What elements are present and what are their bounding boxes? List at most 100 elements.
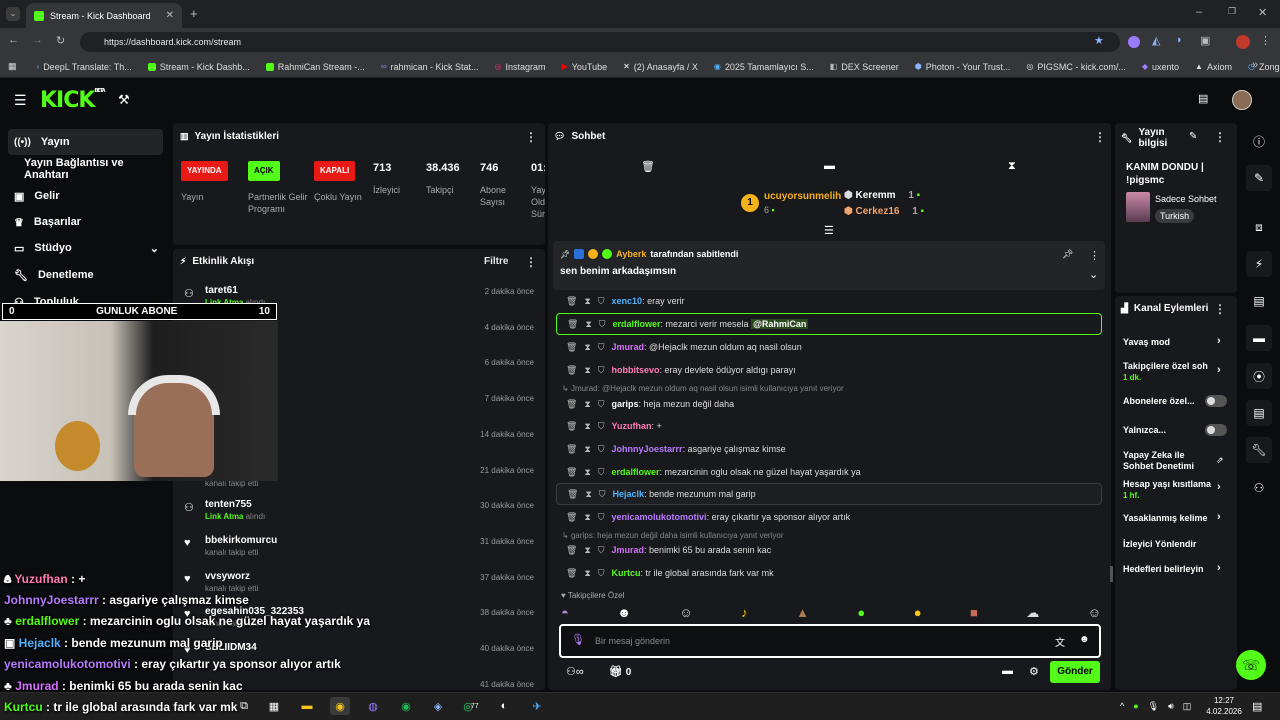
chat-username[interactable]: Jmurad: [612, 342, 645, 352]
trash-icon[interactable]: 🗑︎: [567, 319, 578, 330]
microphone-icon[interactable]: 🎙︎: [571, 633, 585, 646]
chat-username[interactable]: Kurtcu: [612, 568, 641, 578]
raid-action[interactable]: İzleyici Yönlendir: [1123, 539, 1228, 550]
category-thumbnail[interactable]: [1126, 192, 1150, 222]
shield-icon[interactable]: ⛉: [598, 296, 605, 307]
bookmark-item[interactable]: ▶ YouTube: [554, 62, 616, 72]
translate-icon[interactable]: 文: [1055, 634, 1065, 649]
pin-icon[interactable]: 📌︎: [1062, 249, 1073, 260]
shield-icon[interactable]: ⛉: [598, 444, 605, 455]
chevron-down-icon[interactable]: ⌄: [1089, 268, 1098, 281]
pinned-by-user[interactable]: Ayberk: [616, 249, 646, 259]
hourglass-icon[interactable]: ⧗: [584, 342, 590, 353]
bookmark-item[interactable]: Stream - Kick Dashb...: [140, 62, 258, 72]
browser-tab[interactable]: Stream - Kick Dashboard ✕: [26, 3, 182, 28]
bookmark-item[interactable]: › DeepL Translate: Th...: [29, 62, 140, 72]
chat-username[interactable]: erdalflower: [613, 319, 661, 329]
user-avatar[interactable]: [1232, 90, 1252, 110]
bookmark-item[interactable]: ◎ Instagram: [487, 62, 554, 72]
wrench-icon[interactable]: 🔧︎: [1246, 437, 1272, 463]
hammer-icon[interactable]: ⚒: [118, 92, 130, 108]
storage-icon[interactable]: ▤: [1246, 400, 1272, 426]
sidebar-item-denetleme[interactable]: 🔧︎ Denetleme: [8, 262, 163, 288]
shield-icon[interactable]: ⛉: [598, 568, 605, 579]
close-tab-icon[interactable]: ✕: [166, 10, 174, 21]
spotify-icon[interactable]: ◉: [396, 697, 416, 715]
back-icon[interactable]: ←: [8, 34, 19, 46]
community-icon[interactable]: ⚇: [1246, 475, 1272, 501]
forward-icon[interactable]: →: [32, 34, 43, 46]
notifications-icon[interactable]: ▤: [1252, 700, 1262, 713]
edit-icon[interactable]: ✎: [1189, 131, 1197, 142]
category-name[interactable]: Sadece Sohbet: [1155, 194, 1217, 204]
chat-menu-icon[interactable]: ⋮: [1094, 130, 1106, 144]
trash-icon[interactable]: 🗑︎: [566, 568, 577, 579]
followers-only-action[interactable]: Takipçilere özel soh 1 dk.: [1123, 361, 1213, 383]
chat-username[interactable]: JohnnyJoestarrr: [612, 444, 683, 454]
activity-menu-icon[interactable]: ⋮: [525, 255, 537, 269]
trash-icon[interactable]: 🗑︎: [641, 160, 655, 173]
shield-icon[interactable]: ⛉: [599, 319, 606, 330]
filter-button[interactable]: Filtre: [484, 256, 508, 267]
hourglass-icon[interactable]: ⧗: [584, 512, 590, 523]
bookmark-item[interactable]: ∞ rahmican - Kick Stat...: [373, 62, 487, 72]
profile-avatar-icon[interactable]: [1236, 35, 1250, 49]
hourglass-icon[interactable]: ⧗: [1008, 160, 1016, 173]
chat-scrollbar[interactable]: [1110, 566, 1113, 582]
pinned-menu-icon[interactable]: ⋮: [1089, 249, 1100, 262]
minimize-icon[interactable]: –: [1196, 6, 1202, 18]
extensions-puzzle-icon[interactable]: ▣: [1200, 34, 1210, 47]
bookmark-item[interactable]: ✕ (2) Anasayfa / X: [615, 62, 706, 72]
bookmark-item[interactable]: ◧ DEX Screener: [822, 62, 907, 72]
trash-icon[interactable]: 🗑︎: [566, 421, 577, 432]
chat-username[interactable]: Jmurad: [612, 545, 645, 555]
gifter-name[interactable]: Keremm: [856, 190, 896, 201]
extension-icon[interactable]: ◭: [1152, 34, 1160, 47]
shield-icon[interactable]: ⛉: [598, 545, 605, 556]
channel-actions-menu-icon[interactable]: ⋮: [1214, 302, 1226, 316]
goals-action[interactable]: Hedefleri belirleyin: [1123, 564, 1228, 575]
bookmark-item[interactable]: ▲ Axiom: [1187, 62, 1240, 72]
extension-icon[interactable]: [1128, 36, 1140, 48]
gear-icon[interactable]: ⚙︎: [1029, 665, 1039, 678]
browser-menu-icon[interactable]: ⋮: [1260, 34, 1271, 47]
address-bar[interactable]: https://dashboard.kick.com/stream: [80, 32, 1120, 52]
trash-icon[interactable]: 🗑︎: [566, 365, 577, 376]
banned-words-action[interactable]: Yasaklanmış kelime: [1123, 513, 1213, 524]
chrome-icon[interactable]: ◉: [330, 697, 350, 715]
storage-icon[interactable]: ▤: [1198, 92, 1208, 105]
reload-icon[interactable]: ↻: [56, 34, 65, 47]
chat-username[interactable]: Hejaclk: [613, 489, 645, 499]
chevron-up-icon[interactable]: ^: [1120, 701, 1124, 712]
subscribers-only-toggle[interactable]: [1205, 395, 1227, 407]
trash-icon[interactable]: 🗑︎: [566, 545, 577, 556]
hourglass-icon[interactable]: ⧗: [585, 489, 591, 500]
maximize-icon[interactable]: ❐: [1228, 6, 1236, 17]
hourglass-icon[interactable]: ⧗: [584, 399, 590, 410]
chat-username[interactable]: hobbitsevo: [612, 365, 660, 375]
app-icon[interactable]: ▦: [264, 697, 284, 715]
chat-bubble-icon[interactable]: ▬: [1002, 665, 1013, 677]
hourglass-icon[interactable]: ⧗: [584, 568, 590, 579]
emote-icon[interactable]: ▲: [796, 605, 809, 621]
account-age-action[interactable]: Hesap yaşı kısıtlama 1 hf.: [1123, 479, 1213, 501]
tab-list-icon[interactable]: ⌄: [6, 7, 20, 21]
trash-icon[interactable]: 🗑︎: [566, 399, 577, 410]
lightning-icon[interactable]: ⚡︎: [1246, 251, 1272, 277]
edit-icon[interactable]: ✎: [1246, 165, 1272, 191]
more-bookmarks-icon[interactable]: »: [1252, 59, 1258, 71]
only-toggle[interactable]: [1205, 424, 1227, 436]
sidebar-item-yayin[interactable]: ((•)) Yayın: [8, 129, 163, 155]
bookmark-item[interactable]: ◆ uxento: [1134, 62, 1187, 72]
emote-icon[interactable]: ●: [914, 605, 922, 621]
hourglass-icon[interactable]: ⧗: [584, 365, 590, 376]
sidebar-item-studyo[interactable]: ▭ Stüdyo ⌄: [8, 235, 163, 261]
file-explorer-icon[interactable]: ▬: [297, 697, 317, 715]
emote-icon[interactable]: ◓: [561, 605, 569, 621]
emote-icon[interactable]: ☺: [1088, 605, 1101, 621]
ai-moderation-action[interactable]: Yapay Zeka ile Sohbet Denetimi: [1123, 450, 1208, 472]
bookmark-item[interactable]: RahmiCan Stream -...: [258, 62, 373, 72]
emote-icon[interactable]: ☻: [617, 605, 631, 621]
obs-icon[interactable]: ◐: [494, 697, 514, 715]
slow-mode-action[interactable]: Yavaş mod: [1123, 337, 1228, 348]
